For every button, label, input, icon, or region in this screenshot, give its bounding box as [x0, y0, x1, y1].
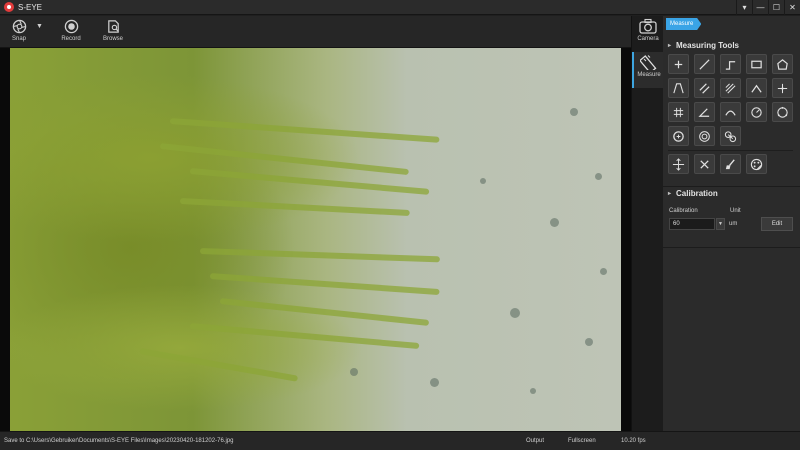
close-button[interactable]: ✕ — [784, 0, 800, 15]
tool-angle-button[interactable] — [746, 78, 767, 98]
angle-vertex-icon — [698, 107, 710, 117]
output-button[interactable]: Output — [526, 438, 544, 444]
measuring-tools-title: Measuring Tools — [676, 40, 739, 50]
tool-circle-three-point-button[interactable] — [772, 102, 793, 122]
tools-divider — [668, 150, 793, 151]
collapse-caret-icon: ▸ — [668, 42, 672, 49]
calibration-header[interactable]: ▸ Calibration — [663, 186, 800, 200]
circle-radius-icon — [751, 106, 762, 118]
multi-parallel-icon — [725, 82, 736, 94]
fullscreen-button[interactable]: Fullscreen — [568, 438, 596, 444]
minimize-button[interactable]: — — [752, 0, 768, 15]
perpendicular-icon — [777, 83, 788, 93]
tool-angle-vertex-button[interactable] — [694, 102, 715, 122]
tool-circle-center-button[interactable] — [668, 126, 689, 146]
edit-calibration-button[interactable]: Edit — [761, 217, 793, 231]
mode-camera-label: Camera — [637, 36, 659, 42]
arc-icon — [725, 110, 736, 116]
tool-arc-button[interactable] — [720, 102, 741, 122]
app-logo-icon — [4, 2, 14, 12]
rectangle-icon — [751, 60, 762, 68]
grid-cross-icon — [673, 107, 684, 117]
record-button[interactable]: Record — [54, 18, 88, 42]
tool-grid — [668, 54, 793, 146]
status-bar: Save to C:\Users\Gebruiker\Documents\S-E… — [0, 431, 800, 450]
delete-icon — [700, 159, 709, 169]
mode-measure-label: Measure — [637, 72, 661, 78]
record-icon — [63, 18, 79, 34]
microscope-image[interactable] — [10, 48, 621, 431]
tool-multi-parallel-button[interactable] — [720, 78, 741, 98]
record-label: Record — [61, 36, 81, 42]
fps-readout: 10.20 fps — [621, 438, 646, 444]
unit-value: um — [729, 221, 738, 227]
measuring-tools-header[interactable]: ▸ Measuring Tools — [663, 38, 800, 52]
circle-center-icon — [673, 130, 684, 142]
app-title: S-EYE — [18, 2, 43, 12]
window-controls: ▾ — ☐ ✕ — [736, 0, 800, 15]
mode-camera-button[interactable]: Camera — [632, 16, 664, 52]
pointer-cross-icon — [674, 60, 683, 68]
action-grid — [668, 154, 793, 174]
calibration-title: Calibration — [676, 189, 718, 198]
window-menu-button[interactable]: ▾ — [736, 0, 752, 15]
camera-shutter-icon — [11, 18, 27, 34]
calibration-divider — [663, 247, 800, 248]
measure-panel: Measure ▸ Measuring Tools ▸ Calibration … — [663, 16, 800, 431]
color-palette-icon — [750, 158, 763, 170]
mode-measure-button[interactable]: Measure — [632, 52, 664, 88]
line-icon — [699, 58, 710, 70]
move-select-button[interactable] — [668, 154, 689, 174]
clear-brush-icon — [725, 158, 735, 169]
tool-angle-lines-button[interactable] — [668, 78, 689, 98]
polygon-icon — [777, 58, 788, 70]
tool-polyline-button[interactable] — [720, 54, 741, 74]
tool-point-button[interactable] — [668, 54, 689, 74]
calibration-select[interactable]: 60 — [669, 218, 715, 230]
maximize-button[interactable]: ☐ — [768, 0, 784, 15]
delete-button[interactable] — [694, 154, 715, 174]
snap-button[interactable]: Snap — [2, 18, 36, 42]
concentric-circles-icon — [699, 130, 710, 142]
tool-circle-radius-button[interactable] — [746, 102, 767, 122]
tool-grid-button[interactable] — [668, 102, 689, 122]
parallel-lines-icon — [699, 82, 710, 94]
browse-label: Browse — [102, 36, 123, 42]
calibration-dropdown-chevron-icon[interactable]: ▼ — [716, 218, 725, 230]
collapse-caret-icon: ▸ — [668, 191, 672, 197]
tool-parallel-button[interactable] — [694, 78, 715, 98]
unit-label: Unit — [730, 208, 741, 214]
calibration-label: Calibration — [669, 208, 698, 214]
two-circles-distance-icon — [724, 130, 737, 142]
ruler-icon — [640, 55, 657, 70]
tool-polygon-button[interactable] — [772, 54, 793, 74]
tool-rectangle-button[interactable] — [746, 54, 767, 74]
save-path-text: Save to C:\Users\Gebruiker\Documents\S-E… — [4, 438, 234, 444]
clear-button[interactable] — [720, 154, 741, 174]
camera-icon — [639, 18, 657, 34]
tool-perpendicular-button[interactable] — [772, 78, 793, 98]
color-button[interactable] — [746, 154, 767, 174]
image-viewer[interactable] — [0, 48, 631, 431]
tool-two-circles-button[interactable] — [720, 126, 741, 146]
toolbar: Snap ▼ Record Browse — [0, 16, 631, 48]
snap-label: Snap — [11, 36, 26, 42]
mode-bar: Camera Measure — [631, 16, 664, 431]
measure-tab[interactable]: Measure — [666, 18, 702, 30]
tool-concentric-button[interactable] — [694, 126, 715, 146]
angle-lines-icon — [673, 82, 684, 93]
circle-three-point-icon — [777, 106, 788, 118]
move-select-icon — [672, 157, 685, 171]
angle-icon — [751, 84, 762, 93]
tool-line-button[interactable] — [694, 54, 715, 74]
polyline-icon — [725, 60, 736, 70]
browse-button[interactable]: Browse — [96, 18, 130, 42]
title-bar: S-EYE ▾ — ☐ ✕ — [0, 0, 800, 15]
browse-folder-icon — [105, 18, 121, 34]
app-window: S-EYE ▾ — ☐ ✕ Snap ▼ Record Browse Camer… — [0, 0, 800, 450]
snap-dropdown-chevron-icon[interactable]: ▼ — [36, 23, 46, 39]
